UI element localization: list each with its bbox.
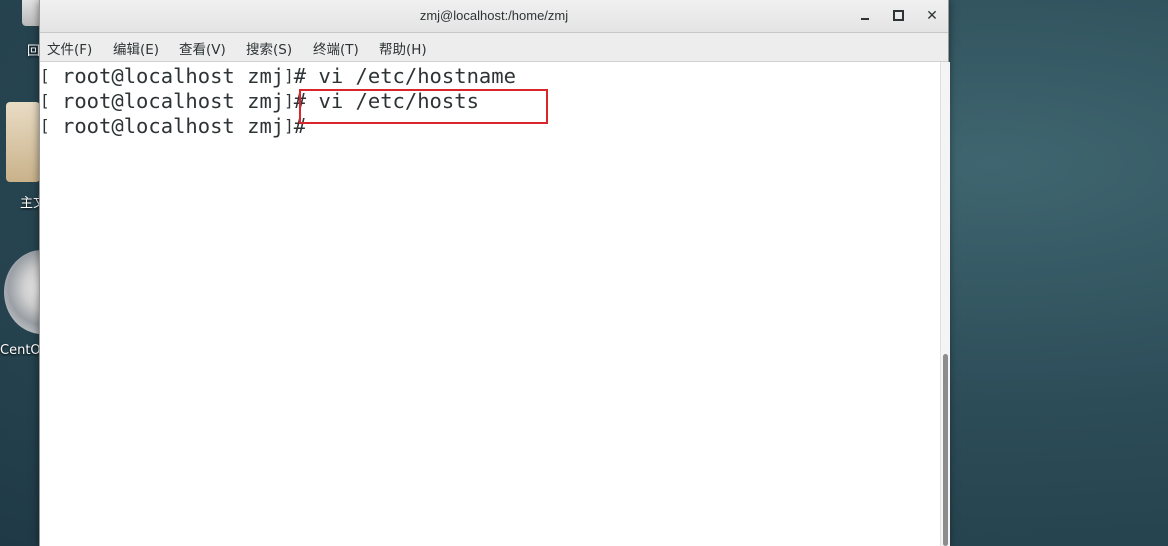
window-title: zmj@localhost:/home/zmj bbox=[419, 8, 569, 23]
home-folder-icon[interactable] bbox=[6, 102, 40, 182]
maximize-button[interactable] bbox=[887, 6, 909, 26]
menu-edit[interactable]: 编辑(E) bbox=[113, 38, 159, 58]
minimize-icon bbox=[861, 17, 869, 20]
menu-view[interactable]: 查看(V) bbox=[179, 38, 226, 58]
menu-file[interactable]: 文件(F) bbox=[47, 38, 92, 58]
prompt: root@localhost zmj bbox=[61, 64, 285, 88]
title-bar[interactable]: zmj@localhost:/home/zmj ✕ bbox=[40, 0, 948, 33]
menu-terminal[interactable]: 终端(T) bbox=[313, 38, 359, 58]
prompt-open-bracket: [ bbox=[40, 66, 50, 85]
command: # vi /etc/hostname bbox=[293, 64, 516, 88]
close-icon: ✕ bbox=[926, 8, 938, 24]
terminal-line: [ root@localhost zmj]# bbox=[40, 114, 306, 139]
minimize-button[interactable] bbox=[854, 6, 876, 26]
terminal-output[interactable]: [ root@localhost zmj]# vi /etc/hostname … bbox=[40, 62, 940, 546]
highlight-annotation-box bbox=[299, 89, 548, 124]
scrollbar-thumb[interactable] bbox=[943, 354, 948, 546]
menu-help[interactable]: 帮助(H) bbox=[379, 38, 427, 58]
maximize-icon bbox=[892, 10, 904, 21]
menu-bar: 文件(F) 编辑(E) 查看(V) 搜索(S) 终端(T) 帮助(H) bbox=[40, 33, 948, 62]
prompt-open-bracket: [ bbox=[40, 116, 50, 135]
close-button[interactable]: ✕ bbox=[921, 6, 943, 26]
prompt: root@localhost zmj bbox=[61, 114, 285, 138]
terminal-window: zmj@localhost:/home/zmj ✕ 文件(F) 编辑(E) 查看… bbox=[39, 0, 950, 546]
scrollbar[interactable] bbox=[940, 62, 950, 546]
menu-search[interactable]: 搜索(S) bbox=[246, 38, 292, 58]
prompt-open-bracket: [ bbox=[40, 91, 50, 110]
prompt: root@localhost zmj bbox=[61, 89, 285, 113]
prompt-close-bracket: ] bbox=[284, 91, 294, 110]
prompt-close-bracket: ] bbox=[284, 116, 294, 135]
prompt-close-bracket: ] bbox=[284, 66, 294, 85]
terminal-line: [ root@localhost zmj]# vi /etc/hostname bbox=[40, 64, 516, 89]
